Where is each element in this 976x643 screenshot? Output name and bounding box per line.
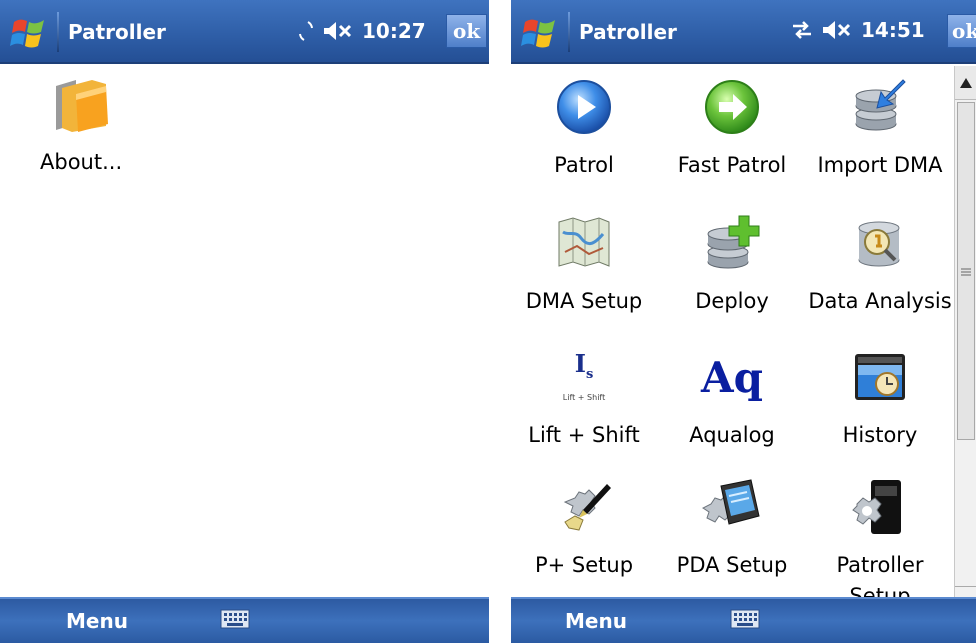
title-bar: Patroller 10:27 ok (0, 0, 489, 64)
tile-p-plus-setup[interactable]: P+ Setup (511, 476, 657, 596)
tile-aqualog[interactable]: Aq Aqualog (659, 346, 805, 456)
tile-label: Aqualog (689, 423, 775, 447)
lift-shift-icon-text: Lift + Shift (562, 392, 606, 402)
gear-pda-icon (702, 479, 760, 525)
softkey-bar: Menu (0, 597, 489, 643)
tile-label: History (842, 423, 918, 447)
data-sync-icon[interactable] (789, 18, 815, 42)
ok-button[interactable]: ok (446, 14, 488, 48)
grip-icon (961, 268, 971, 276)
map-icon (558, 217, 610, 267)
database-import-icon (855, 79, 906, 131)
aqualog-icon-text: Aq (701, 352, 763, 402)
right-device-screen: Patroller 14:51 ok Patrol Fast Patrol Im… (511, 0, 976, 643)
tile-label: Patroller Setup (836, 553, 924, 597)
tile-data-analysis[interactable]: Data Analysis (807, 212, 953, 342)
scroll-thumb[interactable] (957, 102, 975, 440)
about-label: About... (40, 150, 123, 174)
clock-time[interactable]: 14:51 (861, 18, 925, 42)
status-area: 14:51 (789, 18, 925, 42)
tile-label: Data Analysis (808, 289, 952, 313)
left-device-screen: Patroller 10:27 ok About... Menu (0, 0, 489, 643)
forward-arrow-icon (705, 80, 759, 134)
speaker-muted-icon[interactable] (322, 20, 356, 42)
aqualog-icon: Aq (701, 346, 763, 408)
tile-pda-setup[interactable]: PDA Setup (659, 476, 805, 596)
tile-label: Fast Patrol (677, 153, 787, 177)
history-folder-icon (855, 354, 905, 400)
scroll-track-divider (955, 586, 976, 587)
tile-label: Import DMA (817, 153, 943, 177)
tile-label: P+ Setup (534, 553, 634, 577)
status-area: 10:27 (296, 18, 426, 44)
database-search-icon (858, 221, 900, 267)
tile-import-dma[interactable]: Import DMA (807, 76, 953, 186)
arrow-up-icon (960, 78, 972, 88)
tile-deploy[interactable]: Deploy (659, 212, 805, 342)
play-icon (557, 80, 611, 134)
tile-label: Deploy (695, 289, 769, 313)
windows-start-icon[interactable] (8, 12, 50, 54)
tile-label: Patrol (554, 153, 614, 177)
title-separator (568, 12, 570, 52)
gear-device-icon (852, 480, 901, 534)
app-title: Patroller (579, 20, 677, 44)
menu-softkey[interactable]: Menu (565, 609, 627, 633)
title-bar: Patroller 14:51 ok (511, 0, 976, 64)
tile-history[interactable]: History (807, 346, 953, 456)
app-title: Patroller (68, 20, 166, 44)
folder-icon (56, 80, 108, 132)
tile-dma-setup[interactable]: DMA Setup (511, 212, 657, 342)
gear-pen-icon (563, 484, 611, 531)
ok-button[interactable]: ok (947, 14, 976, 48)
menu-softkey[interactable]: Menu (66, 609, 128, 633)
tile-label: PDA Setup (676, 553, 788, 577)
scroll-up-button[interactable] (955, 66, 976, 100)
vertical-scrollbar[interactable] (954, 66, 976, 597)
lift-shift-icon: Is Lift + Shift (562, 349, 606, 402)
clock-time[interactable]: 10:27 (362, 19, 426, 43)
tile-patroller-setup[interactable]: Patroller Setup (807, 476, 953, 597)
keyboard-icon[interactable] (730, 607, 760, 631)
about-item[interactable]: About... (30, 74, 140, 184)
connection-activity-icon[interactable] (296, 18, 316, 44)
program-grid: Patrol Fast Patrol Import DMA DMA Setup … (511, 66, 953, 597)
tile-label: DMA Setup (525, 289, 643, 313)
database-add-icon (707, 215, 760, 269)
tile-lift-shift[interactable]: Is Lift + Shift Lift + Shift (511, 346, 657, 456)
keyboard-icon[interactable] (220, 607, 250, 631)
speaker-muted-icon[interactable] (821, 19, 855, 41)
tile-patrol[interactable]: Patrol (511, 76, 657, 186)
tile-fast-patrol[interactable]: Fast Patrol (659, 76, 805, 186)
softkey-bar: Menu (511, 597, 976, 643)
windows-start-icon[interactable] (519, 12, 561, 54)
tile-label: Lift + Shift (528, 423, 640, 447)
title-separator (57, 12, 59, 52)
